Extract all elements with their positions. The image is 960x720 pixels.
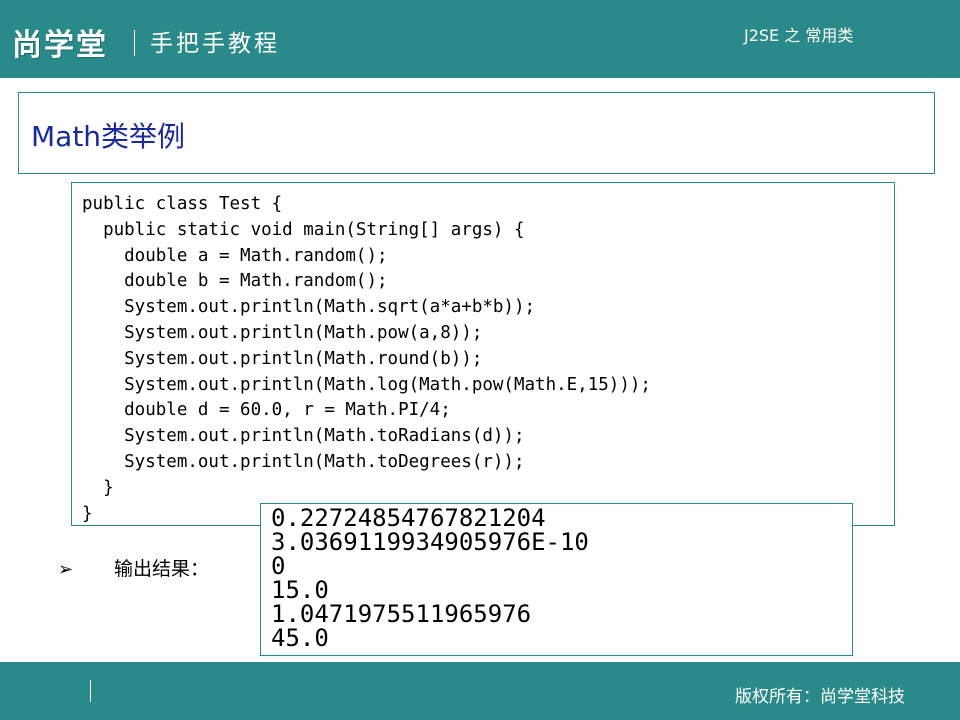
code-line: public static void main(String[] args) { xyxy=(82,219,525,240)
code-line: System.out.println(Math.sqrt(a*a+b*b)); xyxy=(82,297,536,318)
arrow-bullet-icon: ➢ xyxy=(58,559,74,580)
output-line: 3.0369119934905976E-10 xyxy=(271,528,589,556)
slide-title: Math类举例 xyxy=(31,120,186,153)
code-line: System.out.println(Math.toDegrees(r)); xyxy=(82,451,525,472)
header-divider xyxy=(134,30,135,56)
code-line: public class Test { xyxy=(82,194,283,214)
footer-divider xyxy=(90,680,91,702)
code-line: } xyxy=(82,503,93,524)
output-label-row: ➢ 输出结果： xyxy=(58,554,209,581)
code-line: System.out.println(Math.pow(a,8)); xyxy=(82,322,483,343)
title-box: Math类举例 xyxy=(18,92,935,174)
code-line: double d = 60.0, r = Math.PI/4; xyxy=(82,400,451,421)
code-line: System.out.println(Math.toRadians(d)); xyxy=(82,426,525,447)
output-box: 0.22724854767821204 3.0369119934905976E-… xyxy=(260,503,853,656)
code-box: public class Test { public static void m… xyxy=(71,182,895,526)
code-line: } xyxy=(82,477,114,498)
brand-logo: 尚学堂 xyxy=(12,28,108,63)
output-block: 0.22724854767821204 3.0369119934905976E-… xyxy=(271,506,589,650)
code-line: System.out.println(Math.round(b)); xyxy=(82,348,483,369)
code-line: double a = Math.random(); xyxy=(82,245,388,266)
copyright-text: 版权所有：尚学堂科技 xyxy=(735,687,905,707)
footer-bar: 版权所有：尚学堂科技 xyxy=(0,662,960,720)
code-line: double b = Math.random(); xyxy=(82,271,388,292)
brand-subtitle: 手把手教程 xyxy=(150,31,280,57)
output-label: 输出结果： xyxy=(114,558,210,580)
output-line: 45.0 xyxy=(271,624,329,652)
header-bar: 尚学堂 手把手教程 J2SE 之 常用类 xyxy=(0,0,960,78)
code-block: public class Test { public static void m… xyxy=(82,192,651,527)
course-title: J2SE 之 常用类 xyxy=(744,26,854,45)
code-line: System.out.println(Math.log(Math.pow(Mat… xyxy=(82,374,651,395)
